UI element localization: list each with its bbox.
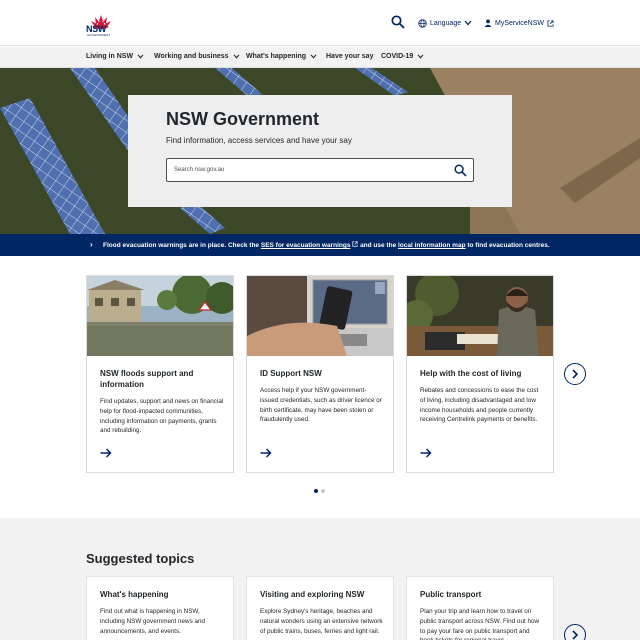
featured-cards-section: NSW floods support and information Find … xyxy=(0,256,640,518)
card-description: Rebates and concessions to ease the cost… xyxy=(420,387,539,424)
hero-search-panel: NSW Government Find information, access … xyxy=(128,95,512,207)
card-title: Help with the cost of living xyxy=(420,369,522,378)
chevron-down-icon xyxy=(417,54,424,59)
flood-alert-banner: › Flood evacuation warnings are in place… xyxy=(0,234,640,256)
arrow-right-icon[interactable] xyxy=(260,448,272,458)
carousel-dot-1[interactable] xyxy=(314,489,318,493)
search-icon[interactable] xyxy=(391,15,405,29)
language-selector[interactable]: Language xyxy=(418,17,472,29)
carousel-dot-2[interactable] xyxy=(321,489,325,493)
card-id-support[interactable]: ID Support NSW Access help if your NSW g… xyxy=(246,275,394,473)
ses-warnings-link[interactable]: SES for evacuation warnings xyxy=(261,242,351,249)
nav-item-have-your-say[interactable]: Have your say xyxy=(326,53,373,60)
nav-item-whats-happening[interactable]: What's happening xyxy=(246,53,317,60)
search-input[interactable]: Search nsw.gov.au xyxy=(166,158,474,182)
nav-item-covid-19[interactable]: COVID-19 xyxy=(381,53,424,60)
chevron-right-icon: › xyxy=(90,240,93,249)
topic-card-whats-happening[interactable]: What's happening Find out what is happen… xyxy=(86,576,234,640)
page-title: NSW Government xyxy=(166,109,320,129)
man-with-documents-image xyxy=(407,276,553,356)
local-information-map-link[interactable]: local information map xyxy=(398,242,466,249)
external-link-icon xyxy=(352,241,358,247)
flood-image xyxy=(87,276,233,356)
topic-title: Public transport xyxy=(420,590,482,599)
main-navigation: Living in NSW Working and business What'… xyxy=(0,47,640,68)
topic-description: Find out what is happening in NSW, inclu… xyxy=(100,608,206,635)
chevron-down-icon xyxy=(137,54,144,59)
nav-item-living-in-nsw[interactable]: Living in NSW xyxy=(86,53,144,60)
chevron-right-icon xyxy=(572,630,579,640)
external-link-icon xyxy=(547,19,554,27)
logo-subtitle: GOVERNMENT xyxy=(87,33,111,37)
chevron-right-icon xyxy=(572,369,579,379)
topic-title: What's happening xyxy=(100,590,169,599)
search-icon[interactable] xyxy=(454,164,467,177)
hero-subtitle: Find information, access services and ha… xyxy=(166,136,352,145)
phone-laptop-image xyxy=(247,276,393,356)
globe-icon xyxy=(418,18,427,28)
language-label: Language xyxy=(430,19,462,27)
nav-label: Have your say xyxy=(326,53,374,60)
carousel-next-button[interactable] xyxy=(564,363,586,385)
card-title: NSW floods support and information xyxy=(100,369,194,389)
chevron-down-icon xyxy=(464,20,472,26)
topic-description: Explore Sydney's heritage, beaches and n… xyxy=(260,608,383,635)
section-heading: Suggested topics xyxy=(86,551,195,566)
card-description: Access help if your NSW government-issue… xyxy=(260,387,382,424)
nav-item-working-and-business[interactable]: Working and business xyxy=(154,53,240,60)
site-header: NSW GOVERNMENT Language MyServiceNSW xyxy=(0,0,640,46)
myservicensw-label: MyServiceNSW xyxy=(495,19,545,27)
suggested-topics-section: Suggested topics What's happening Find o… xyxy=(0,518,640,640)
hero-banner: NSW Government Find information, access … xyxy=(0,68,640,234)
arrow-right-icon[interactable] xyxy=(420,448,432,458)
nav-label: Working and business xyxy=(154,53,229,60)
nav-label: Living in NSW xyxy=(86,53,134,60)
arrow-right-icon[interactable] xyxy=(100,448,112,458)
alert-text-after: to find evacuation centres. xyxy=(467,242,550,249)
topic-card-public-transport[interactable]: Public transport Plan your trip and lear… xyxy=(406,576,554,640)
topics-next-button[interactable] xyxy=(564,624,586,640)
alert-message: Flood evacuation warnings are in place. … xyxy=(103,241,550,249)
alert-text-before: Flood evacuation warnings are in place. … xyxy=(103,242,260,249)
user-icon xyxy=(484,19,492,27)
topic-title: Visiting and exploring NSW xyxy=(260,590,365,599)
carousel-pagination xyxy=(314,489,325,493)
myservicensw-link[interactable]: MyServiceNSW xyxy=(484,17,554,29)
chevron-down-icon xyxy=(310,54,317,59)
nav-label: COVID-19 xyxy=(381,53,414,60)
nav-label: What's happening xyxy=(246,53,306,60)
search-placeholder: Search nsw.gov.au xyxy=(174,167,225,173)
card-description: Find updates, support and news on financ… xyxy=(100,398,224,435)
chevron-down-icon xyxy=(233,54,239,59)
topic-description: Plan your trip and learn how to travel o… xyxy=(420,608,539,640)
card-cost-of-living[interactable]: Help with the cost of living Rebates and… xyxy=(406,275,554,473)
card-nsw-floods[interactable]: NSW floods support and information Find … xyxy=(86,275,234,473)
alert-text-middle: and use the xyxy=(360,242,397,249)
topic-card-visiting-exploring[interactable]: Visiting and exploring NSW Explore Sydne… xyxy=(246,576,394,640)
card-title: ID Support NSW xyxy=(260,369,322,378)
